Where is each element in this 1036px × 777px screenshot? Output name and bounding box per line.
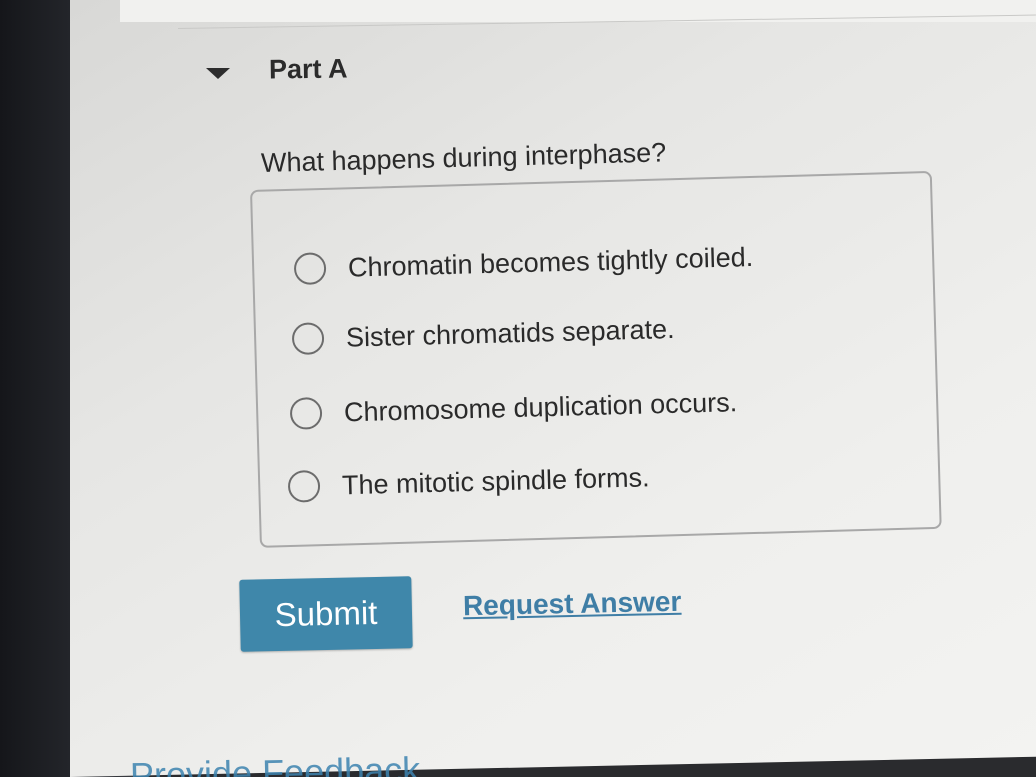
part-title[interactable]: Part A	[269, 53, 348, 85]
screen-top-strip	[120, 0, 1036, 22]
radio-unchecked-icon[interactable]	[289, 397, 323, 430]
radio-unchecked-icon[interactable]	[287, 469, 321, 503]
caret-down-icon[interactable]	[206, 68, 230, 79]
request-answer-link[interactable]: Request Answer	[463, 586, 682, 623]
radio-unchecked-icon[interactable]	[291, 322, 325, 356]
submit-button[interactable]: Submit	[239, 576, 413, 652]
provide-feedback-link[interactable]: Provide Feedback	[130, 749, 421, 777]
radio-unchecked-icon[interactable]	[293, 252, 327, 286]
